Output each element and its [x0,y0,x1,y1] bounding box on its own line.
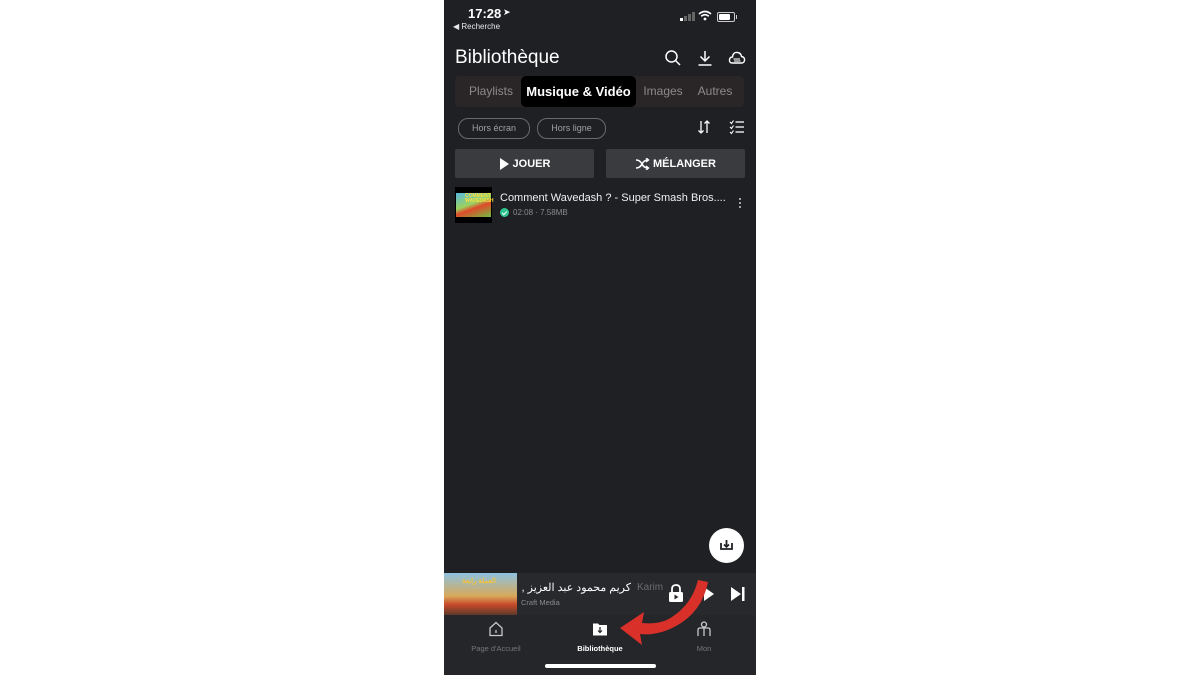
play-icon[interactable] [703,587,715,601]
shuffle-button[interactable]: MÉLANGER [606,149,745,178]
battery-icon [717,12,737,22]
download-icon[interactable] [696,49,714,67]
play-all-button[interactable]: JOUER [455,149,594,178]
home-icon [489,621,503,637]
checklist-icon[interactable] [729,119,745,135]
artwork-text: العملة رابعة [462,578,496,585]
nav-profile[interactable]: Mon [659,621,749,653]
video-thumbnail: COMMENT WAVEDASH [455,187,494,223]
nav-home[interactable]: Page d'Accueil [451,621,541,653]
mini-player-title-scroll: Karim [637,582,664,593]
nav-library[interactable]: Bibliothèque [555,621,645,653]
page-title: Bibliothèque [455,47,560,68]
media-title: Comment Wavedash ? - Super Smash Bros...… [500,192,726,204]
play-all-label: JOUER [512,157,551,170]
lock-icon[interactable] [668,584,684,603]
downloaded-check-icon [500,208,509,217]
filter-chip-offline[interactable]: Hors ligne [537,118,606,139]
floating-download-button[interactable] [709,528,744,563]
phone-screen: 17:28 ➤ ◀ Recherche Bibliothèque Playlis… [444,0,756,675]
cloud-sync-icon[interactable] [728,49,746,67]
sort-icon[interactable] [696,119,712,135]
mini-player-channel: Craft Media [521,598,560,607]
shuffle-icon [635,157,650,170]
mini-player[interactable]: العملة رابعة كريم محمود عبد العزيز , Kar… [444,573,756,615]
nav-profile-label: Mon [696,644,712,653]
status-time: 17:28 [468,6,502,21]
folder-download-icon [593,623,607,636]
wifi-icon [698,10,712,21]
more-options-icon[interactable] [738,198,742,210]
nav-library-label: Bibliothèque [577,644,623,653]
status-bar: 17:28 ➤ ◀ Recherche [444,0,756,36]
back-to-search-link[interactable]: ◀ Recherche [453,22,500,31]
tab-playlists[interactable]: Playlists [461,76,521,107]
filter-chip-offscreen[interactable]: Hors écran [458,118,530,139]
media-duration-size: 02:08 · 7.58MB [513,208,568,217]
mini-player-title: كريم محمود عبد العزيز , [521,582,631,594]
media-meta: 02:08 · 7.58MB [500,208,568,217]
location-arrow-icon: ➤ [503,7,511,17]
skip-next-icon[interactable] [730,587,745,601]
tab-images[interactable]: Images [638,76,688,107]
shuffle-label: MÉLANGER [653,157,716,170]
nav-home-label: Page d'Accueil [471,644,521,653]
profile-icon [697,621,711,636]
home-indicator[interactable] [545,664,656,668]
download-tray-icon [720,540,733,550]
tab-music-video[interactable]: Musique & Vidéo [521,76,636,107]
play-icon [499,157,509,170]
tab-others[interactable]: Autres [692,76,738,107]
search-icon[interactable] [664,49,682,67]
category-tabs: Playlists Musique & Vidéo Images Autres [455,76,744,107]
signal-icon [680,12,695,21]
media-list-item[interactable]: COMMENT WAVEDASH Comment Wavedash ? - Su… [455,186,750,224]
thumbnail-text: COMMENT WAVEDASH [465,193,494,204]
mini-player-artwork: العملة رابعة [444,573,517,615]
